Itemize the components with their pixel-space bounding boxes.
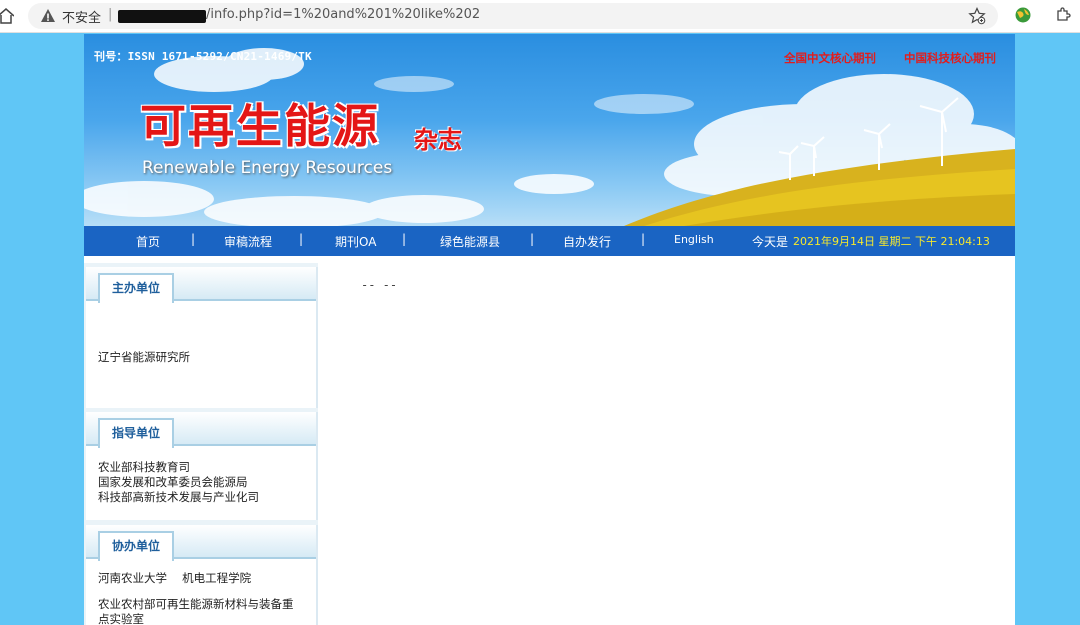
nav-separator: | [191, 232, 196, 246]
nav-item-review-process[interactable]: 审稿流程 [224, 233, 272, 250]
browser-toolbar: 不安全 | /info.php?id=1%20and%201%20like%20… [0, 0, 1080, 33]
logo-suffix: 杂志 [414, 125, 462, 154]
redacted-domain [118, 10, 206, 23]
co-organizer-line: 点实验室 [98, 612, 144, 625]
co-organizer-line: 农业农村部可再生能源新材料与装备重 [98, 597, 294, 611]
core-journal-label-1: 全国中文核心期刊 [784, 51, 876, 65]
url-separator: | [108, 7, 113, 22]
co-organizer-line: 河南农业大学 机电工程学院 [98, 571, 252, 585]
favorite-star-icon[interactable] [968, 7, 986, 25]
content-placeholder: -- -- [361, 278, 398, 292]
box-title: 主办单位 [98, 273, 174, 303]
logo-english: Renewable Energy Resources [142, 158, 393, 178]
page-container: 刊号：ISSN 1671-5292/CN21-1469/TK 全国中文核心期刊 … [84, 34, 1015, 625]
sidebar: 主办单位 辽宁省能源研究所 指导单位 农业部科技教育司 国家发展和改革委员会能源… [84, 263, 318, 625]
today-label: 今天是 [752, 235, 789, 249]
nav-item-journal-oa[interactable]: 期刊OA [335, 233, 376, 250]
core-journal-label-2: 中国科技核心期刊 [904, 51, 996, 65]
box-title: 协办单位 [98, 531, 174, 561]
extensions-icon[interactable] [1054, 6, 1072, 24]
globe-icon[interactable] [1014, 6, 1032, 24]
guidance-line: 科技部高新技术发展与产业化司 [98, 490, 259, 504]
warning-icon[interactable] [40, 8, 56, 24]
nav-item-self-distribution[interactable]: 自办发行 [563, 233, 611, 250]
nav-separator: | [530, 232, 535, 246]
guidance-line: 国家发展和改革委员会能源局 [98, 475, 248, 489]
sponsor-box: 主办单位 辽宁省能源研究所 [86, 267, 318, 408]
date-time-clock: 2021年9月14日 星期二 下午 21:04:13 [793, 235, 990, 248]
nav-item-green-energy-county[interactable]: 绿色能源县 [440, 233, 500, 250]
box-title: 指导单位 [98, 418, 174, 448]
nav-item-english[interactable]: English [674, 233, 714, 246]
home-icon[interactable] [0, 6, 14, 26]
issn-label: 刊号：ISSN 1671-5292/CN21-1469/TK [94, 50, 312, 63]
guidance-box: 指导单位 农业部科技教育司 国家发展和改革委员会能源局 科技部高新技术发展与产业… [86, 412, 318, 520]
url-text[interactable]: /info.php?id=1%20and%201%20like%202 [206, 7, 480, 22]
sponsor-line: 辽宁省能源研究所 [98, 350, 190, 364]
guidance-line: 农业部科技教育司 [98, 460, 190, 474]
nav-separator: | [299, 232, 304, 246]
main-nav: 首页 | 审稿流程 | 期刊OA | 绿色能源县 | 自办发行 | Englis… [84, 226, 1015, 256]
address-bar[interactable]: 不安全 | /info.php?id=1%20and%201%20like%20… [28, 3, 998, 29]
header-banner: 刊号：ISSN 1671-5292/CN21-1469/TK 全国中文核心期刊 … [84, 34, 1015, 226]
insecure-label[interactable]: 不安全 [62, 7, 101, 26]
nav-separator: | [402, 232, 407, 246]
logo-title: 可再生能源 [140, 99, 380, 153]
co-organizer-box: 协办单位 河南农业大学 机电工程学院 农业农村部可再生能源新材料与装备重 点实验… [86, 525, 318, 625]
nav-item-home[interactable]: 首页 [136, 233, 160, 250]
nav-separator: | [641, 232, 646, 246]
